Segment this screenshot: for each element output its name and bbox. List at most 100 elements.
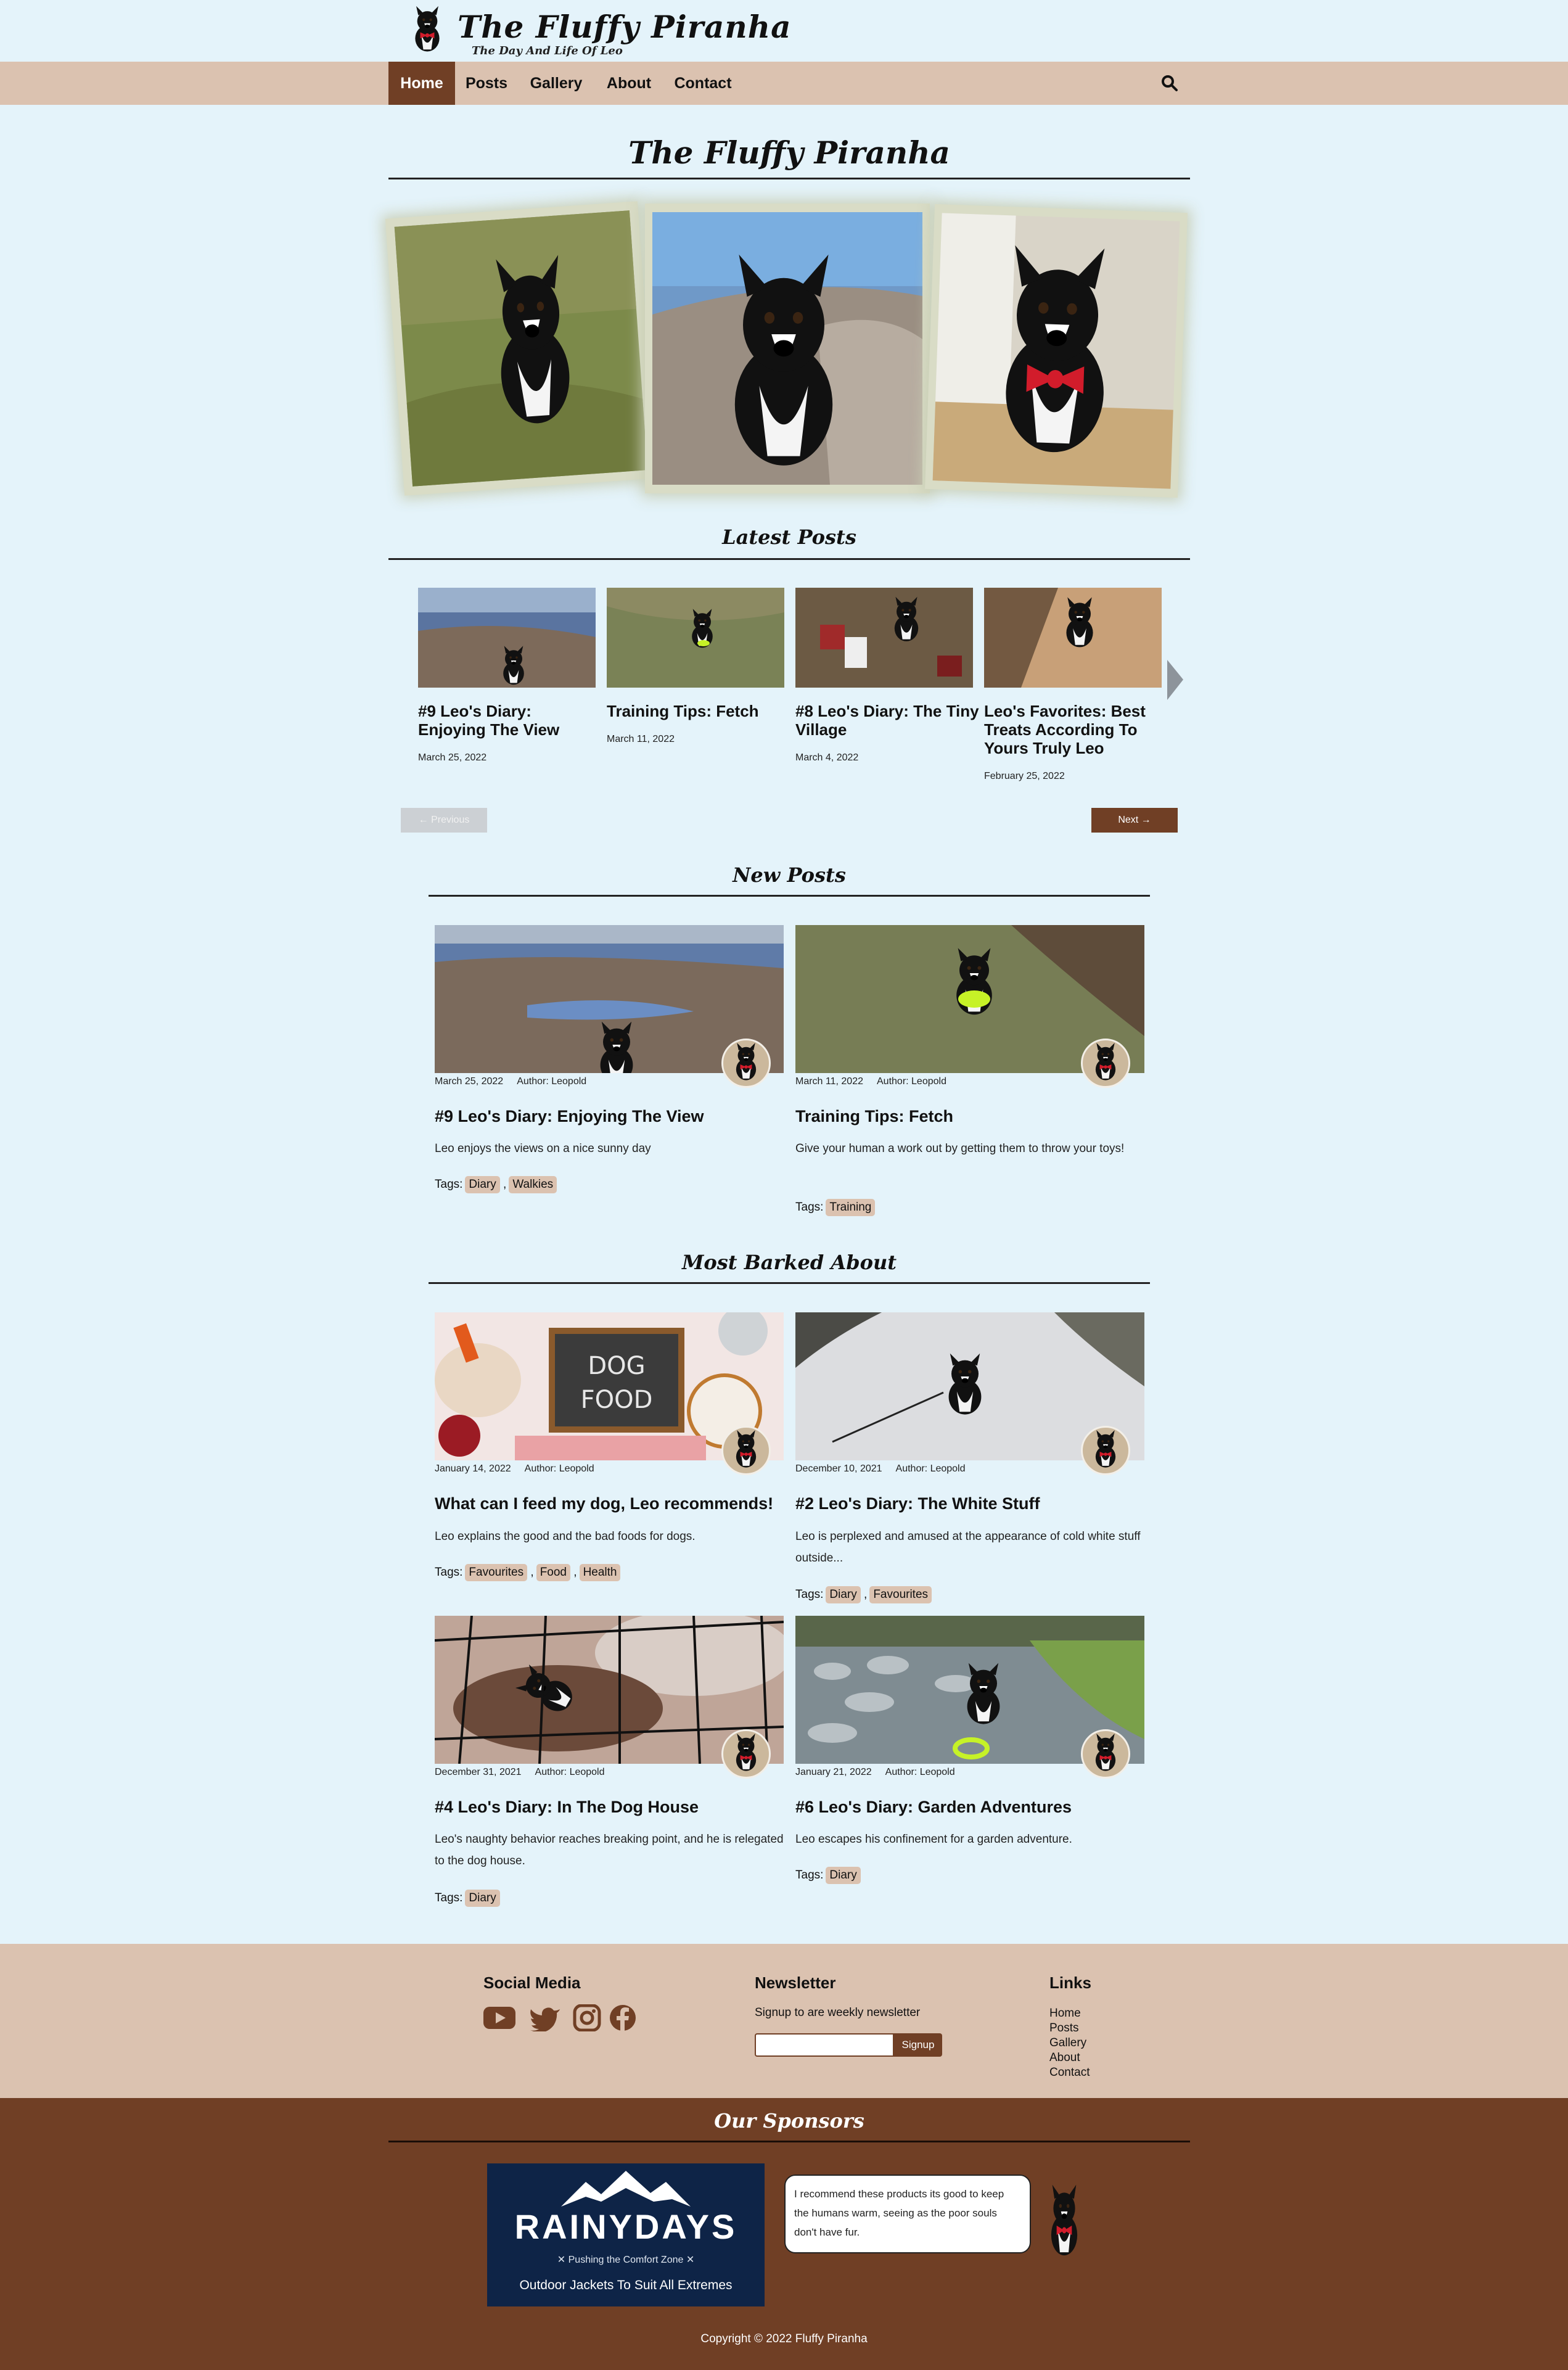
post-title[interactable]: #6 Leo's Diary: Garden Adventures — [795, 1798, 1153, 1817]
post-excerpt: Give your human a work out by getting th… — [795, 1142, 1125, 1155]
search-icon[interactable] — [1160, 74, 1179, 93]
tag-favourites[interactable]: Favourites — [465, 1564, 528, 1581]
post-date: December 31, 2021 — [435, 1767, 522, 1777]
post-tags: Tags: Favourites , Food , Health — [435, 1564, 621, 1581]
sponsors-divider — [388, 2141, 1190, 2142]
twitter-icon[interactable] — [529, 2004, 561, 2031]
latest-card-image-4[interactable] — [984, 588, 1162, 688]
svg-text:DOG: DOG — [588, 1352, 645, 1380]
leo-sponsor-dog-image — [1037, 2180, 1091, 2266]
latest-card-title-4[interactable]: Leo's Favorites: Best Treats According T… — [984, 702, 1169, 757]
post-excerpt: Leo's naughty behavior reaches breaking … — [435, 1833, 784, 1867]
post-date: January 21, 2022 — [795, 1767, 872, 1777]
latest-card-date-3: March 4, 2022 — [795, 752, 859, 763]
post-date: December 10, 2021 — [795, 1463, 882, 1474]
carousel-next-arrow-icon[interactable] — [1167, 660, 1183, 700]
footer-link-about[interactable]: About — [1049, 2051, 1080, 2065]
site-title[interactable]: The Fluffy Piranha — [458, 9, 792, 45]
main-navigation: Home Posts Gallery About Contact — [0, 62, 1568, 105]
latest-card-image-1[interactable] — [418, 588, 596, 688]
latest-card-title-2[interactable]: Training Tips: Fetch — [607, 702, 792, 720]
post-excerpt: Leo explains the good and the bad foods … — [435, 1530, 696, 1543]
tag-diary[interactable]: Diary — [826, 1867, 861, 1884]
newsletter-text: Signup to are weekly newsletter — [755, 2006, 921, 2019]
social-media-heading: Social Media — [483, 1973, 581, 1992]
sponsor-slogan: ✕ Pushing the Comfort Zone ✕ — [557, 2255, 695, 2265]
author-avatar-2[interactable] — [1081, 1039, 1130, 1088]
new-posts-divider — [429, 895, 1150, 897]
nav-gallery[interactable]: Gallery — [524, 62, 588, 105]
sponsors-title: Our Sponsors — [714, 2109, 864, 2133]
logo-dog-image[interactable] — [402, 3, 453, 61]
post-tags: Tags: Diary , Favourites — [795, 1586, 932, 1603]
author-avatar-5[interactable] — [721, 1729, 771, 1779]
post-tags: Tags: Diary , Walkies — [435, 1176, 557, 1193]
latest-card-image-2[interactable] — [607, 588, 784, 688]
post-title[interactable]: #9 Leo's Diary: Enjoying The View — [435, 1107, 792, 1126]
post-tags: Tags: Training — [795, 1199, 876, 1216]
post-excerpt: Leo is perplexed and amused at the appea… — [795, 1530, 1141, 1565]
tag-food[interactable]: Food — [536, 1564, 570, 1581]
nav-posts[interactable]: Posts — [461, 62, 512, 105]
next-button[interactable]: Next → — [1091, 808, 1178, 833]
post-author: Author: Leopold — [877, 1076, 946, 1087]
author-avatar-6[interactable] — [1081, 1729, 1130, 1779]
footer-link-gallery[interactable]: Gallery — [1049, 2036, 1086, 2051]
latest-card-date-1: March 25, 2022 — [418, 752, 487, 763]
footer-link-home[interactable]: Home — [1049, 2006, 1081, 2021]
signup-button[interactable]: Signup — [894, 2033, 942, 2057]
tag-diary[interactable]: Diary — [826, 1586, 861, 1603]
hero-photo-bowtie — [925, 204, 1188, 498]
author-avatar-4[interactable] — [1081, 1426, 1130, 1475]
sponsor-brand: RAINYDAYS — [514, 2207, 737, 2246]
instagram-icon[interactable] — [571, 2004, 603, 2031]
tag-health[interactable]: Health — [579, 1564, 621, 1581]
hero-divider — [388, 178, 1190, 179]
post-author: Author: Leopold — [535, 1767, 605, 1777]
author-avatar-1[interactable] — [721, 1039, 771, 1088]
post-tags: Tags: Diary — [435, 1890, 500, 1907]
nav-contact[interactable]: Contact — [671, 62, 735, 105]
latest-card-image-3[interactable] — [795, 588, 973, 688]
hero-title: The Fluffy Piranha — [628, 134, 950, 171]
previous-button[interactable]: ← Previous — [401, 808, 487, 833]
youtube-icon[interactable] — [483, 2004, 515, 2031]
sponsor-caption: Outdoor Jackets To Suit All Extremes — [519, 2278, 733, 2292]
post-meta: March 25, 2022 Author: Leopold — [435, 1076, 586, 1087]
sponsor-ad-rainydays[interactable]: RAINYDAYS ✕ Pushing the Comfort Zone ✕ O… — [487, 2163, 765, 2306]
tag-favourites[interactable]: Favourites — [869, 1586, 932, 1603]
footer-link-posts[interactable]: Posts — [1049, 2021, 1079, 2036]
footer — [0, 1944, 1568, 2098]
hero-photo-grass — [385, 201, 657, 496]
facebook-icon[interactable] — [607, 2004, 639, 2031]
post-title[interactable]: What can I feed my dog, Leo recommends! — [435, 1494, 792, 1513]
post-title[interactable]: #4 Leo's Diary: In The Dog House — [435, 1798, 792, 1817]
post-meta: December 31, 2021 Author: Leopold — [435, 1767, 605, 1778]
post-meta: March 11, 2022 Author: Leopold — [795, 1076, 946, 1087]
post-date: March 25, 2022 — [435, 1076, 504, 1087]
post-author: Author: Leopold — [517, 1076, 587, 1087]
footer-link-contact[interactable]: Contact — [1049, 2065, 1090, 2080]
latest-card-title-1[interactable]: #9 Leo's Diary: Enjoying The View — [418, 702, 603, 739]
most-barked-divider — [429, 1282, 1150, 1284]
tag-diary[interactable]: Diary — [465, 1176, 500, 1193]
post-author: Author: Leopold — [895, 1463, 966, 1474]
tag-diary[interactable]: Diary — [465, 1890, 500, 1907]
most-barked-title: Most Barked About — [682, 1251, 897, 1274]
author-avatar-3[interactable] — [721, 1426, 771, 1475]
new-posts-title: New Posts — [733, 863, 846, 887]
nav-home[interactable]: Home — [388, 62, 455, 105]
latest-card-title-3[interactable]: #8 Leo's Diary: The Tiny Village — [795, 702, 980, 739]
tag-training[interactable]: Training — [826, 1199, 876, 1216]
post-excerpt: Leo escapes his confinement for a garden… — [795, 1833, 1072, 1846]
tag-walkies[interactable]: Walkies — [509, 1176, 557, 1193]
leo-quote-bubble: I recommend these products its good to k… — [784, 2175, 1031, 2253]
post-title[interactable]: #2 Leo's Diary: The White Stuff — [795, 1494, 1153, 1513]
svg-text:FOOD: FOOD — [581, 1386, 653, 1414]
latest-posts-title: Latest Posts — [722, 525, 856, 549]
newsletter-email-input[interactable] — [755, 2033, 894, 2057]
latest-posts-divider — [388, 558, 1190, 560]
post-date: January 14, 2022 — [435, 1463, 511, 1474]
nav-about[interactable]: About — [602, 62, 656, 105]
post-title[interactable]: Training Tips: Fetch — [795, 1107, 1153, 1126]
